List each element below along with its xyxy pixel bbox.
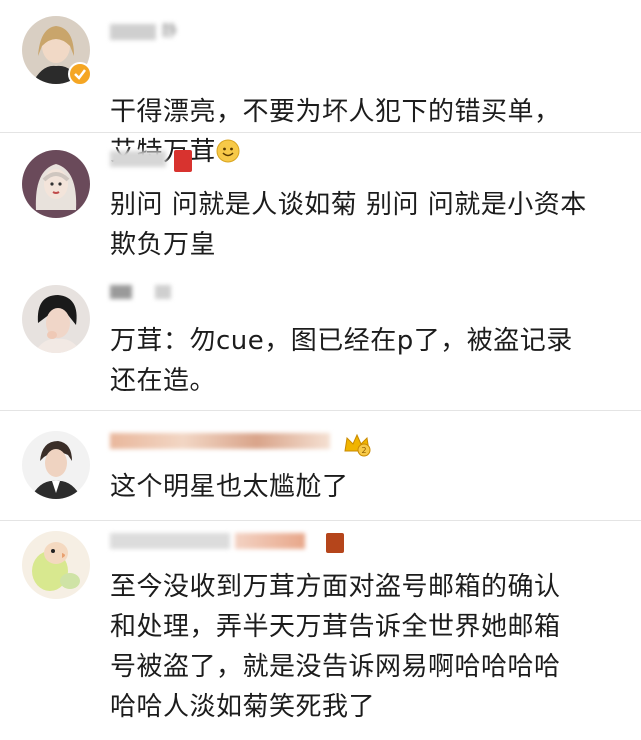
username[interactable]: 静 (110, 20, 210, 42)
username-text: 静 (161, 21, 178, 40)
comment-text: 至今没收到万茸方面对盗号邮箱的确认 和处理，弄半天万茸告诉全世界她邮箱 号被盗了… (110, 572, 561, 722)
comment-item: 别问 问就是人谈如菊 别问 问就是小资本 欺负万皇 (0, 133, 641, 273)
comment-item: 2 这个明星也太尴尬了 (0, 411, 641, 523)
redacted-block (326, 533, 344, 553)
avatar[interactable] (22, 150, 90, 218)
username[interactable] (110, 433, 330, 455)
crown-badge-icon: 2 (342, 431, 372, 457)
comment-item: 万茸：勿cue，图已经在p了，被盗记录 还在造。 (0, 273, 641, 413)
redacted-block (174, 150, 192, 172)
username[interactable] (110, 283, 210, 305)
comment-text: 别问 问就是人谈如菊 别问 问就是小资本 欺负万皇 (110, 190, 587, 260)
avatar-image (22, 285, 90, 353)
avatar-image (22, 431, 90, 499)
username[interactable] (110, 533, 340, 555)
verified-badge-icon (68, 62, 92, 86)
comment-text: 这个明星也太尴尬了 (110, 472, 349, 502)
comment-item: 至今没收到万茸方面对盗号邮箱的确认 和处理，弄半天万茸告诉全世界她邮箱 号被盗了… (0, 521, 641, 740)
avatar[interactable] (22, 285, 90, 353)
avatar[interactable] (22, 431, 90, 499)
comment-item: 静 干得漂亮，不要为坏人犯下的错买单， 艾特万茸 (0, 0, 641, 167)
comment-text: 万茸：勿cue，图已经在p了，被盗记录 还在造。 (110, 326, 573, 396)
avatar[interactable] (22, 531, 90, 599)
avatar-image (22, 150, 90, 218)
svg-text:2: 2 (361, 446, 366, 455)
username[interactable] (110, 151, 170, 173)
avatar-image (22, 531, 90, 599)
